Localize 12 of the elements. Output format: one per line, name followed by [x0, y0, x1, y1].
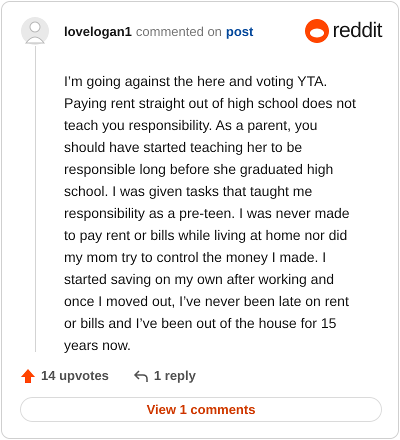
reply-count[interactable]: 1 reply — [154, 368, 196, 384]
avatar-icon — [20, 16, 50, 46]
upvote-count: 14 upvotes — [41, 368, 109, 384]
logo-wordmark[interactable]: reddit — [332, 19, 382, 43]
post-link[interactable]: post — [226, 24, 254, 38]
comment-body: I’m going against the here and voting YTA. Paying rent straight out of high school does not teach you responsibility. As a parent, you should have started teaching her to be responsible long before she graduated high school. I was given tasks that taught me responsibility as a pre-teen. I was never made to pay rent or bills while living at home nor did my mom try to control the money I made. I started saving on my own after working and once I moved out, I’ve never been late on rent or bills and I’ve been out of the house for 15 years now. — [64, 72, 356, 355]
upvote-icon[interactable] — [20, 368, 36, 384]
action-text: commented on — [136, 24, 222, 38]
reply-icon[interactable] — [132, 368, 149, 383]
logo-icon — [305, 19, 330, 43]
author-name[interactable]: lovelogan1 — [64, 24, 132, 38]
view-comments-button[interactable]: View 1 comments — [20, 397, 382, 422]
